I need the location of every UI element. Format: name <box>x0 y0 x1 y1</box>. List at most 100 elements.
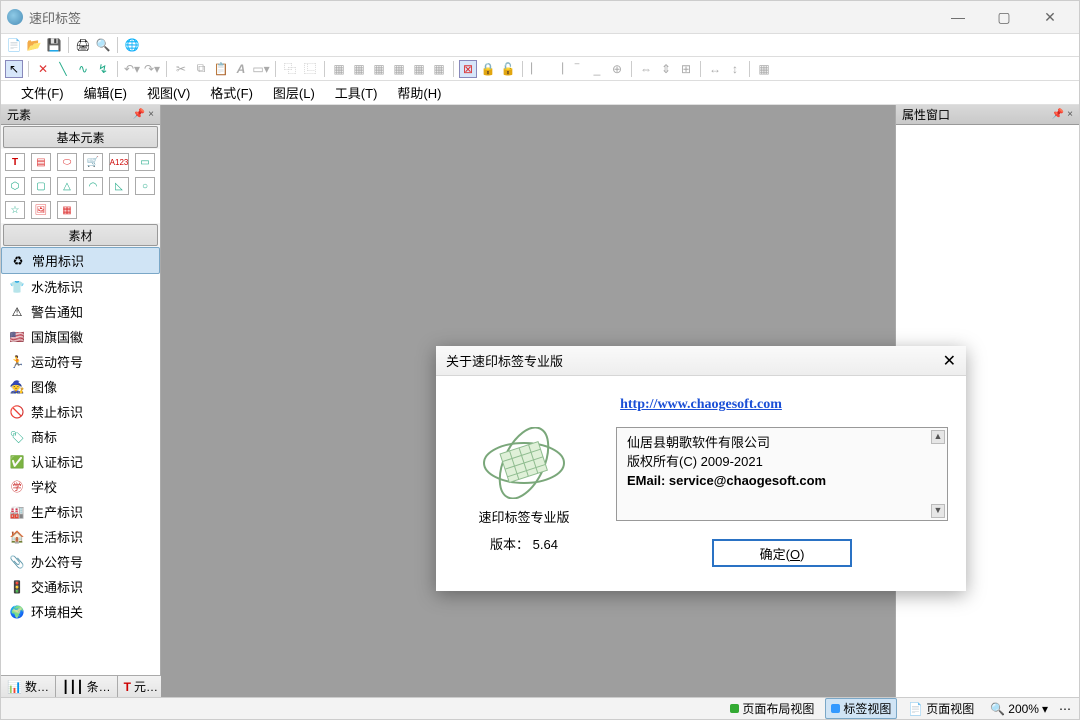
sz1-icon[interactable]: ↔ <box>706 60 724 78</box>
material-item[interactable]: ㊫学校 <box>1 474 160 499</box>
material-item[interactable]: 📎办公符号 <box>1 549 160 574</box>
material-item[interactable]: 🚦交通标识 <box>1 574 160 599</box>
material-item[interactable]: 🧙图像 <box>1 374 160 399</box>
menu-tools[interactable]: 工具(T) <box>325 81 388 104</box>
fill-icon[interactable]: ▭▾ <box>252 60 270 78</box>
align-c-icon[interactable]: ▦ <box>370 60 388 78</box>
roundrect-tool-icon[interactable]: ▢ <box>31 177 51 195</box>
al1-icon[interactable]: ⎸ <box>528 60 546 78</box>
menu-file[interactable]: 文件(F) <box>11 81 74 104</box>
tab-barcode[interactable]: ┃┃┃条… <box>56 676 118 697</box>
preview-icon[interactable]: 🔍 <box>94 36 112 54</box>
cut-icon[interactable]: ✂ <box>172 60 190 78</box>
ellipse-tool-icon[interactable]: ⬭ <box>57 153 77 171</box>
save-icon[interactable]: 💾 <box>45 36 63 54</box>
scroll-up-icon[interactable]: ▲ <box>931 430 945 444</box>
cart-tool-icon[interactable]: 🛒 <box>83 153 103 171</box>
material-item[interactable]: 🌍环境相关 <box>1 599 160 624</box>
font-icon[interactable]: A <box>232 60 250 78</box>
align-d-icon[interactable]: ▦ <box>390 60 408 78</box>
about-ok-button[interactable]: 确定(O) <box>712 539 852 567</box>
al5-icon[interactable]: ⊕ <box>608 60 626 78</box>
maximize-button[interactable]: ▢ <box>981 1 1027 33</box>
canvas[interactable]: 关于速印标签专业版 ✕ http://www.chaogesoft.com <box>161 105 896 697</box>
material-item[interactable]: ⚠警告通知 <box>1 299 160 324</box>
dist3-icon[interactable]: ⊞ <box>677 60 695 78</box>
new-icon[interactable]: 📄 <box>5 36 23 54</box>
close-button[interactable]: ✕ <box>1027 1 1073 33</box>
table-tool-icon[interactable]: ▦ <box>57 201 77 219</box>
tri-tool-icon[interactable]: △ <box>57 177 77 195</box>
about-close-button[interactable]: ✕ <box>943 351 956 371</box>
rect-tool-icon[interactable]: ▭ <box>135 153 155 171</box>
materials-header[interactable]: 素材 <box>3 224 158 246</box>
align-a-icon[interactable]: ▦ <box>330 60 348 78</box>
material-item[interactable]: ♻常用标识 <box>1 247 160 274</box>
align-e-icon[interactable]: ▦ <box>410 60 428 78</box>
pin-icon[interactable]: 📌 × <box>1052 109 1073 120</box>
ungroup-icon[interactable]: ⿺ <box>301 60 319 78</box>
material-item[interactable]: 🏭生产标识 <box>1 499 160 524</box>
tab-data[interactable]: 📊数… <box>1 676 56 697</box>
pin-icon[interactable]: 📌 × <box>133 109 154 120</box>
group-icon[interactable]: ⿻ <box>281 60 299 78</box>
status-page-view[interactable]: 📄页面视图 <box>903 699 979 718</box>
redo-icon[interactable]: ↷▾ <box>143 60 161 78</box>
status-label-view[interactable]: 标签视图 <box>825 698 897 719</box>
al4-icon[interactable]: _ <box>588 60 606 78</box>
align-f-icon[interactable]: ▦ <box>430 60 448 78</box>
material-item[interactable]: 🇺🇸国旗国徽 <box>1 324 160 349</box>
unlock-icon[interactable]: 🔓 <box>499 60 517 78</box>
arc-tool-icon[interactable]: ◠ <box>83 177 103 195</box>
status-zoom[interactable]: 🔍200%▾ <box>985 701 1053 717</box>
polyline-tool-icon[interactable]: ↯ <box>94 60 112 78</box>
material-item[interactable]: ✅认证标记 <box>1 449 160 474</box>
curve-tool-icon[interactable]: ∿ <box>74 60 92 78</box>
material-item[interactable]: 🏷商标 <box>1 424 160 449</box>
menu-edit[interactable]: 编辑(E) <box>74 81 137 104</box>
materials-list: ♻常用标识 👕水洗标识 ⚠警告通知 🇺🇸国旗国徽 🏃运动符号 🧙图像 🚫禁止标识… <box>1 247 160 675</box>
line-tool-icon[interactable]: ╲ <box>54 60 72 78</box>
grid-icon[interactable]: ▦ <box>755 60 773 78</box>
basic-elements-header[interactable]: 基本元素 <box>3 126 158 148</box>
material-item[interactable]: 🚫禁止标识 <box>1 399 160 424</box>
dist1-icon[interactable]: ⇔ <box>637 60 655 78</box>
menu-layer[interactable]: 图层(L) <box>263 81 325 104</box>
pointer-icon[interactable]: ↖ <box>5 60 23 78</box>
delete-icon[interactable]: ✕ <box>34 60 52 78</box>
status-layout-view[interactable]: 页面布局视图 <box>725 699 819 718</box>
ruler-tool-icon[interactable]: ▤ <box>31 153 51 171</box>
toolbar-primary: 📄 📂 💾 🖨 🔍 🌐 <box>1 33 1079 57</box>
paste-icon[interactable]: 📋 <box>212 60 230 78</box>
lock-sel-icon[interactable]: ⊠ <box>459 60 477 78</box>
globe-icon[interactable]: 🌐 <box>123 36 141 54</box>
menu-help[interactable]: 帮助(H) <box>387 81 451 104</box>
copy-icon[interactable]: ⧉ <box>192 60 210 78</box>
menu-format[interactable]: 格式(F) <box>200 81 263 104</box>
star-tool-icon[interactable]: ☆ <box>5 201 25 219</box>
align-b-icon[interactable]: ▦ <box>350 60 368 78</box>
text-tool-icon[interactable]: T <box>5 153 25 171</box>
material-item[interactable]: 🏃运动符号 <box>1 349 160 374</box>
open-icon[interactable]: 📂 <box>25 36 43 54</box>
tab-elements[interactable]: T元… <box>118 676 165 697</box>
menu-view[interactable]: 视图(V) <box>137 81 200 104</box>
lock-all-icon[interactable]: 🔒 <box>479 60 497 78</box>
circle-tool-icon[interactable]: ○ <box>135 177 155 195</box>
material-item[interactable]: 🏠生活标识 <box>1 524 160 549</box>
al2-icon[interactable]: ⎹ <box>548 60 566 78</box>
about-url[interactable]: http://www.chaogesoft.com <box>454 396 948 413</box>
counter-tool-icon[interactable]: A123 <box>109 153 129 171</box>
material-item[interactable]: 👕水洗标识 <box>1 274 160 299</box>
image-tool-icon[interactable]: 🖼 <box>31 201 51 219</box>
status-overflow[interactable]: ⋯ <box>1059 702 1071 716</box>
hex-tool-icon[interactable]: ⬡ <box>5 177 25 195</box>
minimize-button[interactable]: — <box>935 1 981 33</box>
rtri-tool-icon[interactable]: ◺ <box>109 177 129 195</box>
undo-icon[interactable]: ↶▾ <box>123 60 141 78</box>
scroll-down-icon[interactable]: ▼ <box>931 504 945 518</box>
dist2-icon[interactable]: ⇕ <box>657 60 675 78</box>
print-icon[interactable]: 🖨 <box>74 36 92 54</box>
al3-icon[interactable]: ‾ <box>568 60 586 78</box>
sz2-icon[interactable]: ↕ <box>726 60 744 78</box>
